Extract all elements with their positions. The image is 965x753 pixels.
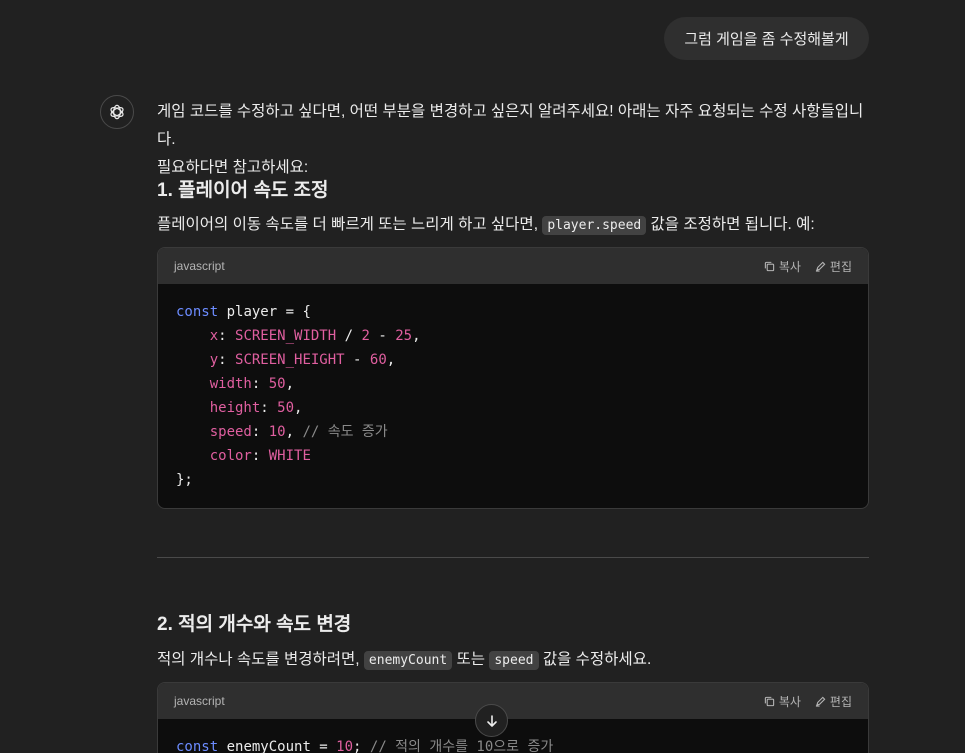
code-token: 10 (336, 739, 354, 753)
code-token: 60 (369, 352, 387, 368)
code-block-1-body: const player = { x: SCREEN_WIDTH / 2 - 2… (158, 284, 868, 508)
assistant-avatar (100, 95, 134, 129)
code-token: , (386, 352, 396, 368)
scroll-to-bottom-button[interactable] (475, 704, 508, 737)
code-language-label: javascript (174, 694, 225, 708)
code-token: width (209, 376, 252, 392)
code-token: ; (353, 739, 370, 753)
copy-button[interactable]: 복사 (764, 693, 801, 710)
code-token: y (209, 352, 219, 368)
user-message-bubble: 그럼 게임을 좀 수정해볼게 (664, 17, 869, 60)
code-token: const (176, 304, 219, 320)
code-token: : (251, 424, 269, 440)
code-token: enemyCount = (218, 739, 337, 753)
section-2-description: 적의 개수나 속도를 변경하려면, enemyCount 또는 speed 값을… (157, 646, 869, 675)
code-block-1-header: javascript 복사 편집 (158, 248, 868, 284)
code-token: 25 (395, 328, 413, 344)
code-token: }; (176, 472, 193, 488)
code-block-2-header: javascript 복사 편집 (158, 683, 868, 719)
code-token: , (285, 424, 303, 440)
openai-logo-icon (110, 104, 124, 120)
code-token: speed (209, 424, 252, 440)
code-token: - (344, 352, 370, 368)
code-token: / (336, 328, 362, 344)
code-token: 50 (268, 376, 286, 392)
copy-icon (764, 696, 774, 706)
copy-icon (764, 261, 774, 271)
copy-label: 복사 (778, 694, 801, 709)
code-token: , (412, 328, 421, 344)
code-token: : (218, 328, 236, 344)
pencil-icon (815, 261, 826, 272)
code-token: SCREEN_HEIGHT (235, 352, 345, 368)
code-token: : (251, 448, 269, 464)
section-divider (157, 557, 869, 558)
user-message-text: 그럼 게임을 좀 수정해볼게 (684, 31, 849, 48)
pencil-icon (815, 696, 826, 707)
code-token: , (294, 400, 303, 416)
code-token: const (176, 739, 219, 753)
copy-button[interactable]: 복사 (764, 258, 801, 275)
edit-label: 편집 (829, 259, 852, 274)
intro-line-1: 게임 코드를 수정하고 싶다면, 어떤 부분을 변경하고 싶은지 알려주세요! … (157, 103, 864, 148)
code-token: 10 (268, 424, 286, 440)
edit-button[interactable]: 편집 (815, 693, 852, 710)
section-1-desc-before: 플레이어의 이동 속도를 더 빠르게 또는 느리게 하고 싶다면, (157, 216, 538, 233)
code-token: 2 (361, 328, 370, 344)
code-token: WHITE (268, 448, 311, 464)
code-token: 50 (277, 400, 295, 416)
assistant-intro: 게임 코드를 수정하고 싶다면, 어떤 부분을 변경하고 싶은지 알려주세요! … (157, 98, 869, 182)
section-1-description: 플레이어의 이동 속도를 더 빠르게 또는 느리게 하고 싶다면, player… (157, 211, 869, 240)
code-token: color (209, 448, 252, 464)
section-1-title: 1. 플레이어 속도 조정 (157, 180, 329, 201)
code-token: : (218, 352, 236, 368)
code-token: - (369, 328, 396, 344)
arrow-down-icon (486, 714, 497, 727)
code-block-2-body: const enemyCount = 10; // 적의 개수를 10으로 증가 (158, 719, 868, 753)
section-1-desc-after: 값을 조정하면 됩니다. 예: (650, 216, 815, 233)
inline-code-enemy-count: enemyCount (363, 651, 453, 670)
code-token: height (209, 400, 261, 416)
inline-code-speed: speed (489, 651, 539, 670)
code-token: : (251, 376, 269, 392)
code-token: player = { (218, 304, 311, 320)
inline-code-player-speed: player.speed (542, 216, 647, 235)
code-language-label: javascript (174, 259, 225, 273)
section-2-desc-after: 값을 수정하세요. (542, 651, 652, 668)
copy-label: 복사 (778, 259, 801, 274)
edit-button[interactable]: 편집 (815, 258, 852, 275)
edit-label: 편집 (829, 694, 852, 709)
code-token: SCREEN_WIDTH (235, 328, 337, 344)
code-comment: // 속도 증가 (302, 424, 388, 440)
code-token: : (260, 400, 278, 416)
section-2-desc-mid: 또는 (456, 651, 486, 668)
code-block-1: javascript 복사 편집 const player = { x: SCR… (157, 247, 869, 509)
section-2-desc-before: 적의 개수나 속도를 변경하려면, (157, 651, 360, 668)
code-token: x (209, 328, 219, 344)
code-comment: // 적의 개수를 10으로 증가 (369, 739, 554, 753)
code-token: , (285, 376, 295, 392)
code-block-2: javascript 복사 편집 const enemyCount = 10; … (157, 682, 869, 753)
section-2-title: 2. 적의 개수와 속도 변경 (157, 614, 352, 635)
